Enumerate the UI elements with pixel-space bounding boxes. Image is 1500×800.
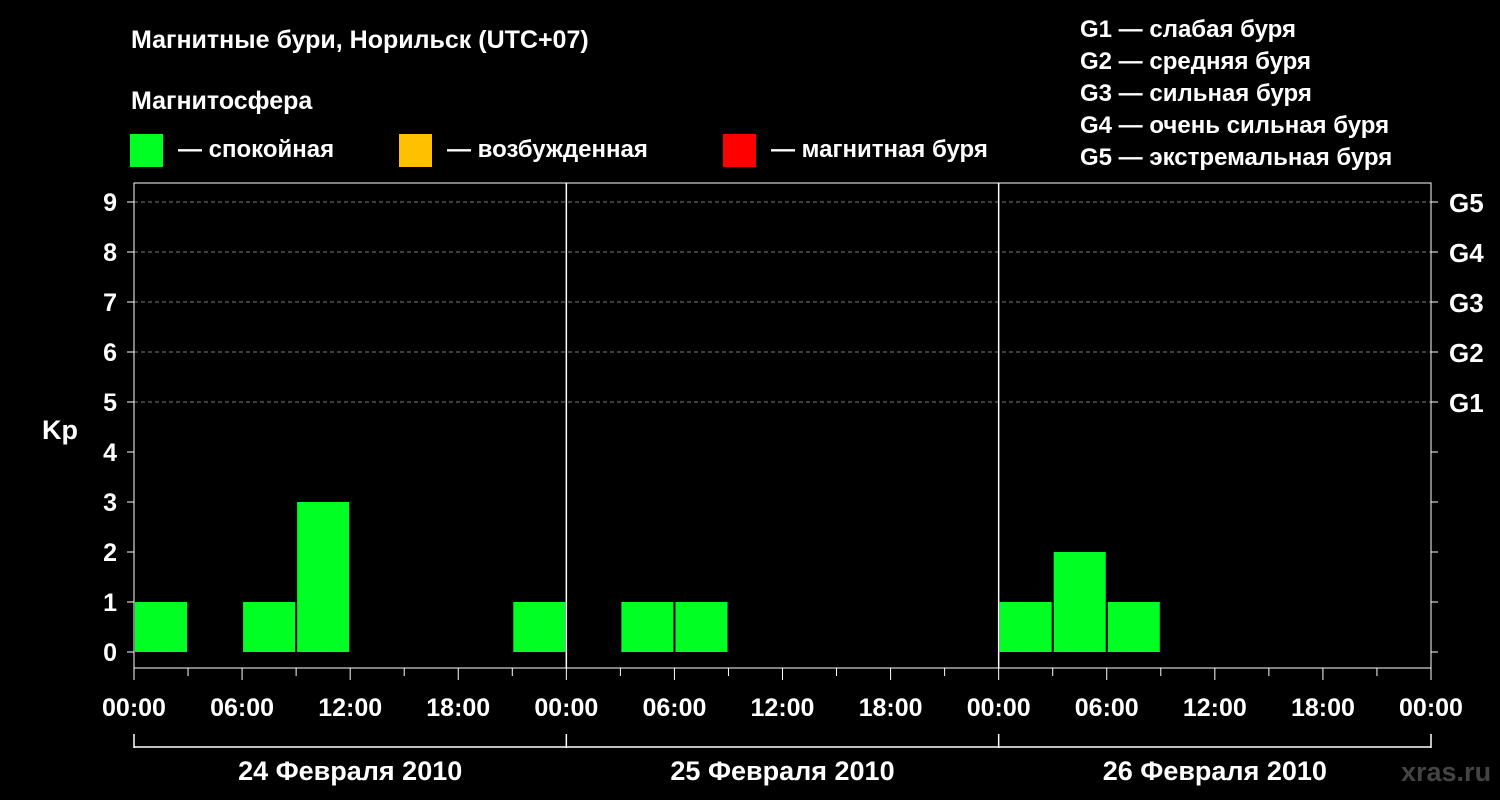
y-tick-label: 6 (103, 339, 117, 367)
x-tick-label: 00:00 (102, 694, 166, 722)
x-tick-label: 00:00 (967, 694, 1031, 722)
y-tick-label: 7 (103, 289, 117, 317)
bar (675, 602, 728, 652)
legend-label-storm: — магнитная буря (771, 136, 988, 163)
storm-legend-g5: G5 — экстремальная буря (1080, 144, 1393, 171)
y-tick-label: 0 (103, 639, 117, 667)
watermark: xras.ru (1401, 757, 1492, 787)
bar (1107, 602, 1160, 652)
y-tick-label: 2 (103, 539, 117, 567)
x-tick-label: 00:00 (534, 694, 598, 722)
chart-title: Магнитные бури, Норильск (UTC+07) (131, 26, 589, 54)
storm-legend-g3: G3 — сильная буря (1080, 80, 1312, 107)
bar (135, 602, 188, 652)
storm-legend-g1: G1 — слабая буря (1080, 16, 1297, 43)
x-tick-label: 18:00 (1291, 694, 1355, 722)
x-tick-label: 12:00 (318, 694, 382, 722)
y-tick-label: 8 (103, 239, 117, 267)
storm-level-label: G2 (1449, 338, 1484, 368)
legend-label-excited: — возбужденная (447, 136, 648, 163)
storm-level-label: G4 (1449, 238, 1484, 268)
y-tick-label: 3 (103, 489, 117, 517)
bar (513, 602, 566, 652)
storm-legend-g4: G4 — очень сильная буря (1080, 112, 1390, 139)
x-tick-label: 12:00 (751, 694, 815, 722)
x-tick-label: 12:00 (1183, 694, 1247, 722)
y-tick-label: 9 (103, 189, 117, 217)
x-tick-label: 06:00 (210, 694, 274, 722)
y-axis-label: Kp (42, 415, 78, 445)
legend-swatch-calm (130, 134, 163, 167)
storm-legend-g2: G2 — средняя буря (1080, 48, 1311, 75)
legend-swatch-storm (723, 134, 756, 167)
x-tick-label: 06:00 (642, 694, 706, 722)
bar (999, 602, 1052, 652)
legend-label-calm: — спокойная (178, 136, 335, 163)
legend-heading: Магнитосфера (131, 87, 313, 115)
y-tick-label: 5 (103, 389, 117, 417)
bar (243, 602, 296, 652)
storm-level-label: G3 (1449, 288, 1484, 318)
y-tick-label: 4 (103, 439, 117, 467)
chart-figure: 0 1 2 3 4 5 6 7 8 9 G1 G2 G3 G4 G5 00:00 06:00 12:00 18:00… (0, 0, 1500, 800)
bar (621, 602, 674, 652)
x-tick-label: 18:00 (859, 694, 923, 722)
day-label: 26 Февраля 2010 (1103, 756, 1327, 786)
x-tick-label: 06:00 (1075, 694, 1139, 722)
bar (1053, 552, 1106, 652)
legend-swatch-excited (399, 134, 432, 167)
x-tick-label: 18:00 (426, 694, 490, 722)
day-label: 25 Февраля 2010 (670, 756, 894, 786)
x-tick-label: 00:00 (1399, 694, 1463, 722)
storm-level-label: G5 (1449, 188, 1484, 218)
storm-level-label: G1 (1449, 388, 1484, 418)
day-label: 24 Февраля 2010 (238, 756, 462, 786)
bar (297, 502, 350, 652)
y-tick-label: 1 (103, 589, 117, 617)
